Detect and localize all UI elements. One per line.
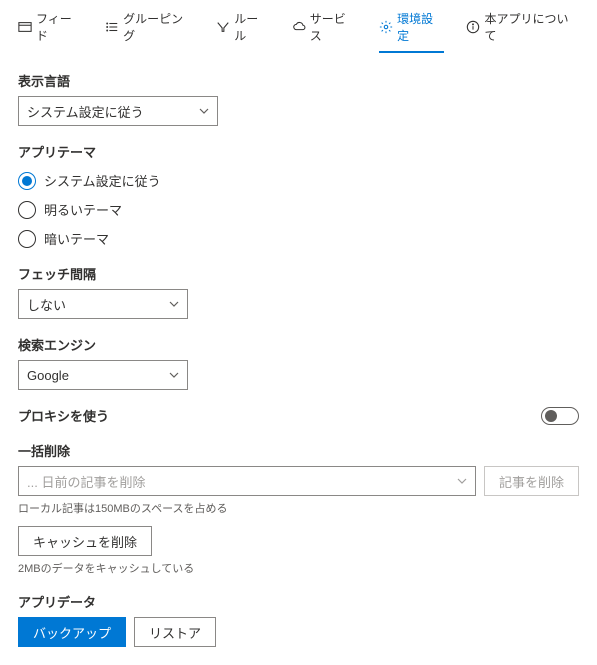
tab-grouping-label: グルーピング xyxy=(123,10,194,44)
radio-icon xyxy=(18,172,36,190)
tab-about-label: 本アプリについて xyxy=(484,10,579,44)
tab-service[interactable]: サービス xyxy=(292,10,357,52)
tab-about[interactable]: 本アプリについて xyxy=(466,10,579,52)
radio-icon xyxy=(18,201,36,219)
cache-hint: 2MBのデータをキャッシュしている xyxy=(18,560,579,576)
search-engine-select[interactable]: Google xyxy=(18,360,188,390)
feed-icon xyxy=(18,20,32,34)
theme-radio-dark[interactable]: 暗いテーマ xyxy=(18,229,579,248)
theme-radio-system[interactable]: システム設定に従う xyxy=(18,171,579,190)
tab-feed-label: フィード xyxy=(36,10,83,44)
theme-radio-light-label: 明るいテーマ xyxy=(44,200,122,219)
tab-feed[interactable]: フィード xyxy=(18,10,83,52)
clear-cache-button[interactable]: キャッシュを削除 xyxy=(18,526,152,556)
app-theme-label: アプリテーマ xyxy=(18,142,579,161)
tab-settings[interactable]: 環境設定 xyxy=(379,10,444,52)
bulk-delete-select[interactable]: ... 日前の記事を削除 xyxy=(18,466,476,496)
chevron-down-icon xyxy=(457,474,467,489)
chevron-down-icon xyxy=(169,297,179,312)
filter-icon xyxy=(216,20,230,34)
fetch-interval-value: しない xyxy=(27,295,66,314)
chevron-down-icon xyxy=(169,368,179,383)
tab-service-label: サービス xyxy=(310,10,357,44)
backup-button[interactable]: バックアップ xyxy=(18,617,126,647)
display-language-value: システム設定に従う xyxy=(27,102,144,121)
bulk-delete-placeholder: ... 日前の記事を削除 xyxy=(27,472,145,491)
gear-icon xyxy=(379,20,393,34)
restore-button[interactable]: リストア xyxy=(134,617,216,647)
tab-rules-label: ルール xyxy=(234,10,269,44)
display-language-select[interactable]: システム設定に従う xyxy=(18,96,218,126)
bulk-delete-label: 一括削除 xyxy=(18,441,579,460)
delete-articles-button[interactable]: 記事を削除 xyxy=(484,466,579,496)
cloud-icon xyxy=(292,20,306,34)
info-icon xyxy=(466,20,480,34)
theme-radio-system-label: システム設定に従う xyxy=(44,171,161,190)
tab-bar: フィード グルーピング ルール サービス 環境設定 本アプリについて xyxy=(0,0,597,53)
theme-radio-light[interactable]: 明るいテーマ xyxy=(18,200,579,219)
list-icon xyxy=(105,20,119,34)
proxy-toggle[interactable] xyxy=(541,407,579,425)
fetch-interval-select[interactable]: しない xyxy=(18,289,188,319)
settings-panel: 表示言語 システム設定に従う アプリテーマ システム設定に従う 明るいテーマ 暗… xyxy=(0,53,597,665)
search-engine-label: 検索エンジン xyxy=(18,335,579,354)
search-engine-value: Google xyxy=(27,368,69,383)
app-theme-group: システム設定に従う 明るいテーマ 暗いテーマ xyxy=(18,171,579,248)
fetch-interval-label: フェッチ間隔 xyxy=(18,264,579,283)
theme-radio-dark-label: 暗いテーマ xyxy=(44,229,109,248)
tab-grouping[interactable]: グルーピング xyxy=(105,10,194,52)
tab-settings-label: 環境設定 xyxy=(397,10,444,44)
tab-rules[interactable]: ルール xyxy=(216,10,269,52)
radio-icon xyxy=(18,230,36,248)
storage-hint: ローカル記事は150MBのスペースを占める xyxy=(18,500,579,516)
chevron-down-icon xyxy=(199,104,209,119)
proxy-label: プロキシを使う xyxy=(18,406,109,425)
app-data-label: アプリデータ xyxy=(18,592,579,611)
display-language-label: 表示言語 xyxy=(18,71,579,90)
